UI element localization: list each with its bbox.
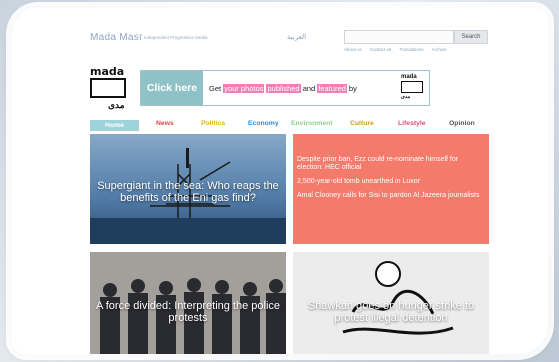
feature-tile-shawkan[interactable]: Shawkan goes on hunger strike to protest… bbox=[293, 252, 489, 354]
logo-arabic: مدى bbox=[108, 100, 125, 110]
feature-title-shawkan[interactable]: Shawkan goes on hunger strike to protest… bbox=[293, 300, 489, 324]
browser-frame: Mada Masr Independent Progressive Media … bbox=[12, 8, 548, 354]
banner-text: Get your photos published and featured b… bbox=[203, 83, 357, 93]
photo-banner[interactable]: Click here Get your photos published and… bbox=[140, 70, 430, 106]
headline-list: Despite prior ban, Ezz could re-nominate… bbox=[297, 156, 483, 206]
header-link-archive[interactable]: Archive bbox=[432, 47, 447, 52]
banner-highlight-published: published bbox=[266, 83, 301, 93]
headline-ezz[interactable]: Despite prior ban, Ezz could re-nominate… bbox=[297, 156, 483, 172]
nav-home[interactable]: Home bbox=[90, 120, 139, 131]
nav-economy[interactable]: Economy bbox=[248, 120, 279, 127]
search-input[interactable] bbox=[344, 30, 454, 44]
feature-title-gas[interactable]: Supergiant in the sea: Who reaps the ben… bbox=[90, 180, 286, 204]
site-subtitle: Independent Progressive Media bbox=[144, 35, 208, 40]
banner-highlight-photos: your photos bbox=[223, 83, 265, 93]
site-title[interactable]: Mada Masr bbox=[90, 32, 143, 43]
feature-title-police[interactable]: A force divided: Interpreting the police… bbox=[90, 300, 286, 324]
headline-luxor[interactable]: 2,500-year-old tomb unearthed in Luxor bbox=[297, 178, 483, 186]
logo-word: mada bbox=[90, 65, 125, 78]
mini-logo-word: mada bbox=[401, 74, 417, 80]
nav-news[interactable]: News bbox=[156, 120, 174, 127]
nav-opinion[interactable]: Opinion bbox=[449, 120, 475, 127]
banner-text-by: by bbox=[348, 83, 357, 93]
search-button[interactable]: Search bbox=[454, 30, 488, 44]
mada-logo[interactable]: mada مدى bbox=[90, 66, 128, 112]
header-link-contact[interactable]: Contact us bbox=[370, 47, 392, 52]
mini-logo-box bbox=[401, 81, 423, 93]
nav-lifestyle[interactable]: Lifestyle bbox=[398, 120, 426, 127]
nav-environment[interactable]: Environment bbox=[291, 120, 333, 127]
banner-text-get: Get bbox=[209, 83, 222, 93]
arabic-language-link[interactable]: العربية bbox=[287, 33, 306, 41]
banner-highlight-featured: featured bbox=[317, 83, 347, 93]
headline-clooney[interactable]: Amal Clooney calls for Sisi to pardon Al… bbox=[297, 192, 483, 200]
nav-politics[interactable]: Politics bbox=[201, 120, 225, 127]
headlines-tile: Despite prior ban, Ezz could re-nominate… bbox=[293, 134, 489, 244]
banner-click-here[interactable]: Click here bbox=[141, 71, 203, 105]
header-links: About us Contact us Translations Archive bbox=[344, 47, 447, 52]
banner-text-and: and bbox=[302, 83, 316, 93]
feature-tile-police[interactable]: A force divided: Interpreting the police… bbox=[90, 252, 286, 354]
nav-culture[interactable]: Culture bbox=[350, 120, 374, 127]
header-link-translations[interactable]: Translations bbox=[399, 47, 423, 52]
logo-box bbox=[90, 78, 126, 98]
banner-mini-logo: mada مدى bbox=[401, 74, 425, 104]
mini-logo-arabic: مدى bbox=[401, 94, 411, 100]
section-nav: Home News Politics Economy Environment C… bbox=[90, 120, 490, 132]
header-link-about[interactable]: About us bbox=[344, 47, 362, 52]
feature-tile-gas[interactable]: Supergiant in the sea: Who reaps the ben… bbox=[90, 134, 286, 244]
